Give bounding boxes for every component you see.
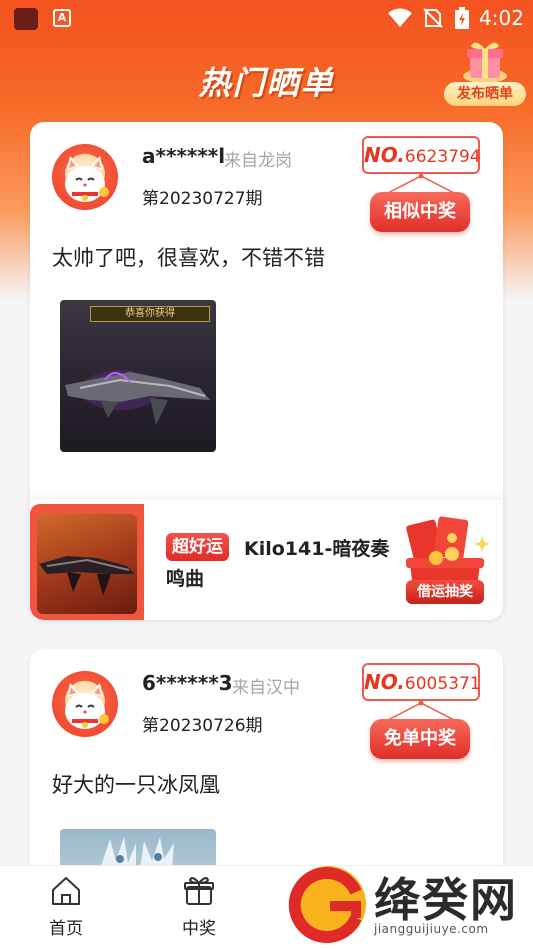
home-icon [52, 877, 80, 905]
nav-label-win: 中奖 [182, 919, 216, 939]
gift-icon [184, 877, 214, 905]
battery-charging-icon [455, 7, 469, 29]
user-location: 来自汉中 [232, 678, 300, 698]
similar-win-button[interactable]: 相似中奖 [370, 192, 470, 232]
prize-strip[interactable]: Kilo141-暗夜奏鸣曲 超好运 借运抽奖 [30, 500, 503, 620]
watermark: 绛癸网 jiangguijiuye.com [286, 860, 533, 949]
avatar [52, 671, 118, 737]
ticket-number-badge: NO.6623794 [362, 136, 481, 174]
ticket-number-badge: NO.6005371 [362, 663, 481, 701]
gift-box-icon [463, 42, 507, 83]
nav-item-win[interactable]: 中奖 [164, 874, 234, 939]
watermark-text: 绛癸网 [374, 873, 518, 927]
username: 6******3 [142, 671, 233, 695]
ticket-number: 6005371 [404, 674, 481, 694]
watermark-url: jiangguijiuye.com [374, 922, 489, 936]
post-comment: 太帅了吧，很喜欢，不错不错 [52, 246, 325, 270]
publish-post-label: 发布晒单 [444, 82, 526, 106]
weapon-image [39, 556, 135, 596]
ticket-number: 6623794 [404, 147, 481, 167]
no-sim-icon [423, 8, 443, 28]
period-label: 第20230726期 [142, 716, 263, 736]
borrow-luck-draw-button[interactable]: 借运抽奖 [396, 516, 494, 612]
post-photo[interactable]: 恭喜你获得 [60, 300, 216, 452]
status-time: 4:02 [479, 6, 524, 30]
weapon-image [65, 370, 210, 425]
hanging-string-icon [385, 700, 457, 721]
free-order-win-button[interactable]: 免单中奖 [370, 719, 470, 759]
avatar [52, 144, 118, 210]
app-icon [14, 8, 38, 30]
ticket-number-prefix: NO. [364, 670, 405, 694]
prize-thumbnail [37, 514, 137, 614]
nav-label-home: 首页 [49, 919, 83, 939]
ticket-number-prefix: NO. [364, 143, 405, 167]
post-card[interactable]: a******l 来自龙岗 第20230727期 NO.6623794 相似中奖… [30, 122, 503, 620]
prize-thumbnail-frame [30, 504, 144, 620]
publish-post-button[interactable]: 发布晒单 [444, 38, 526, 108]
username: a******l [142, 144, 226, 168]
app-icon: A [53, 9, 71, 27]
borrow-luck-draw-label: 借运抽奖 [406, 580, 484, 604]
status-bar: A 4:02 [0, 0, 533, 36]
lucky-cat-icon [65, 156, 109, 202]
watermark-logo-icon [288, 866, 366, 943]
wifi-icon [388, 8, 412, 27]
lucky-cat-icon [65, 683, 109, 729]
post-comment: 好大的一只冰凤凰 [52, 773, 220, 797]
lucky-badge: 超好运 [166, 533, 229, 561]
nav-item-home[interactable]: 首页 [31, 874, 101, 939]
hanging-string-icon [385, 173, 457, 194]
user-location: 来自龙岗 [224, 151, 292, 171]
period-label: 第20230727期 [142, 189, 263, 209]
